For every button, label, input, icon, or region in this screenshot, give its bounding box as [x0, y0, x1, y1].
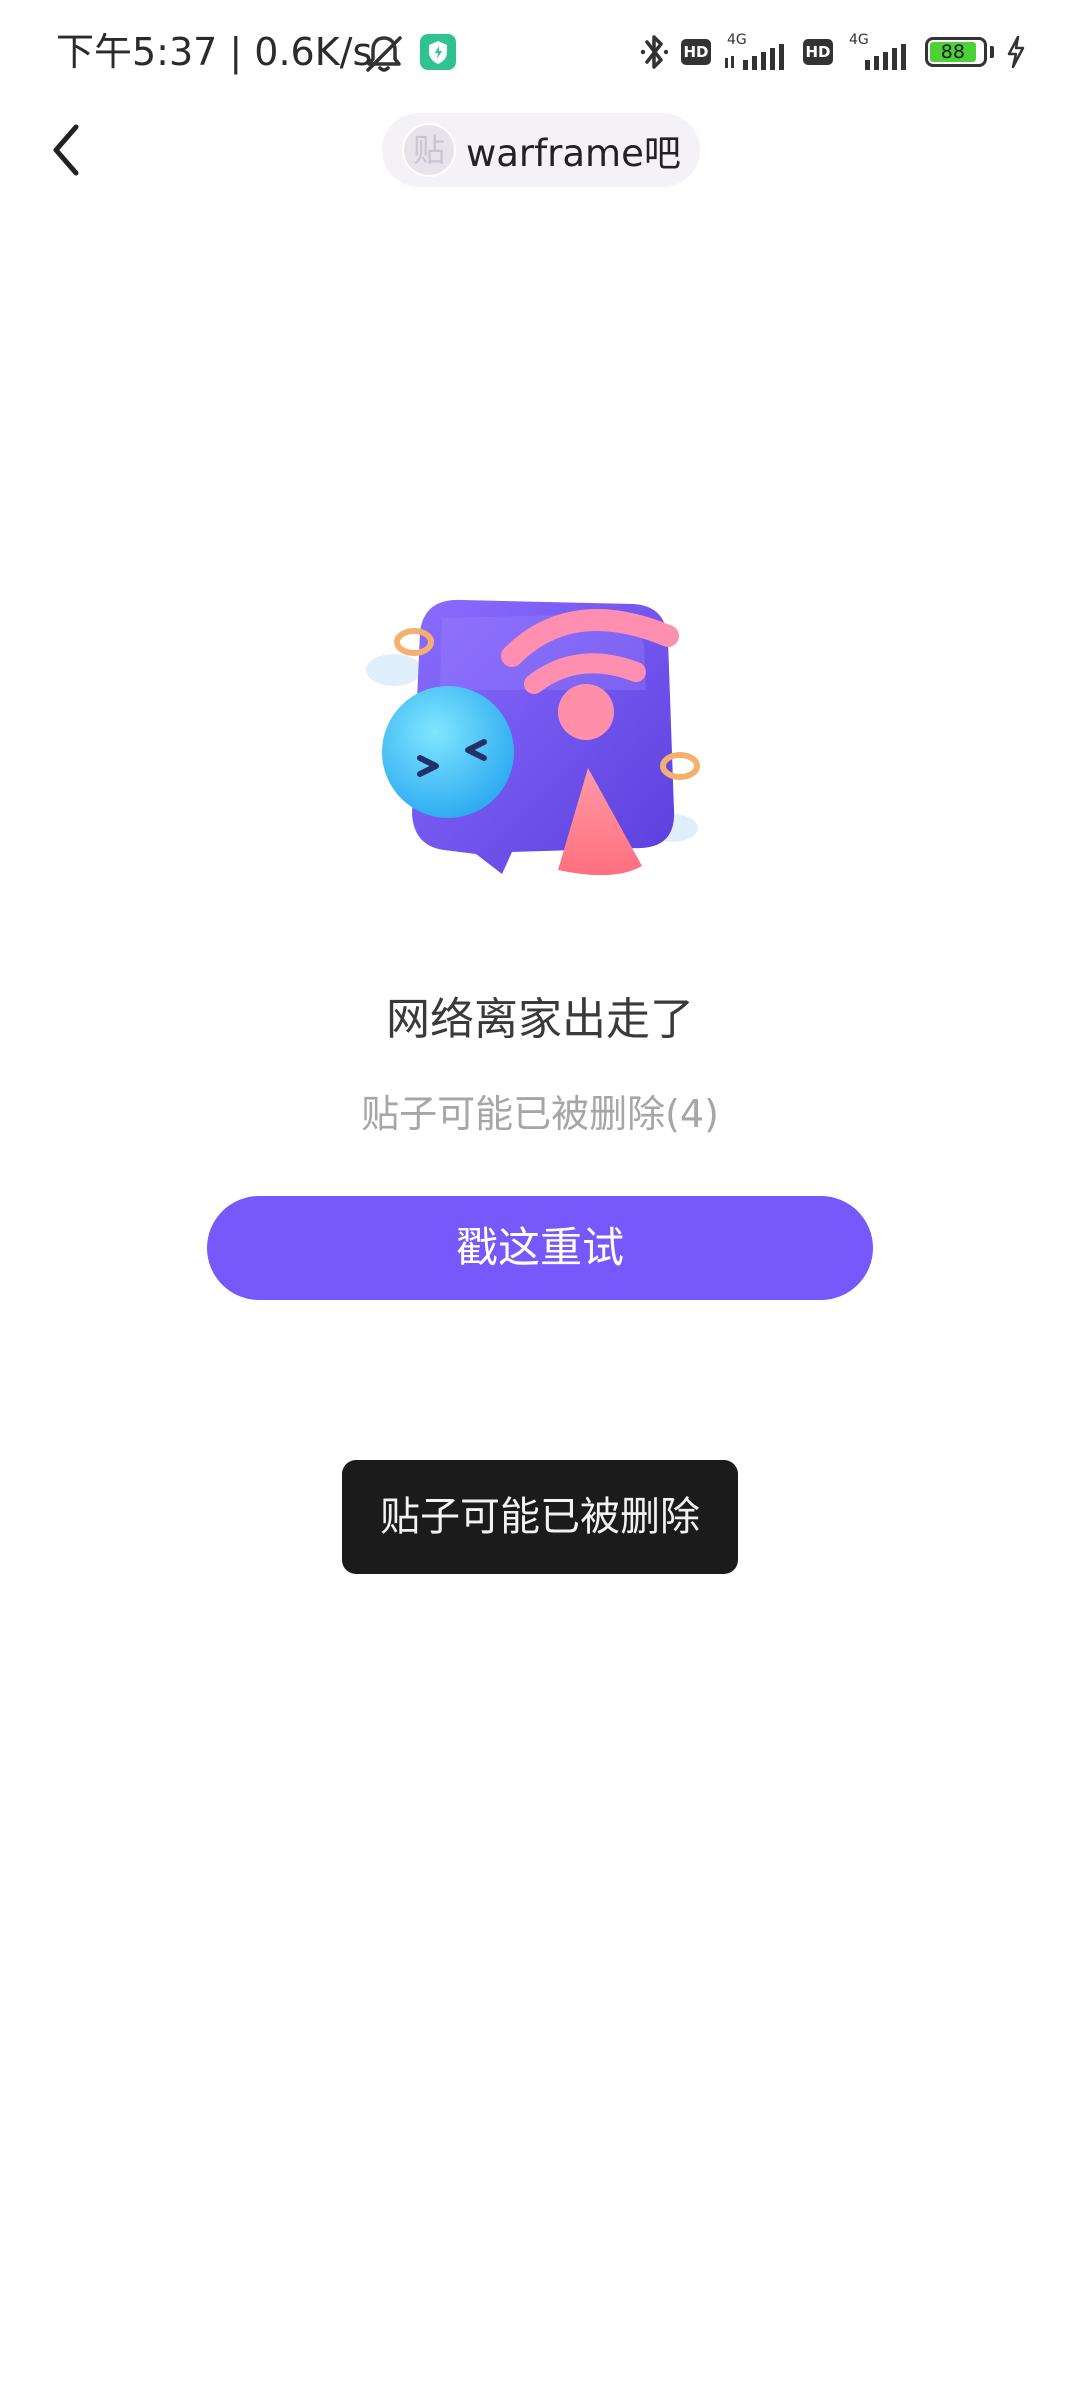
- network-type-label-2: 4G: [849, 32, 869, 48]
- forum-name: warframe吧: [466, 132, 681, 175]
- error-subtitle: 贴子可能已被删除(4): [361, 1092, 719, 1136]
- shield-app-icon: [420, 34, 456, 70]
- battery-indicator: 88: [925, 37, 987, 67]
- chevron-left-icon: [53, 124, 79, 176]
- battery-fill: 88: [930, 42, 976, 62]
- retry-button[interactable]: 戳这重试: [207, 1196, 873, 1300]
- toast-message: 贴子可能已被删除: [342, 1460, 738, 1574]
- bluetooth-icon: [640, 35, 669, 69]
- hd-voice-badge: HD: [681, 39, 711, 65]
- battery-cap: [990, 46, 994, 58]
- forum-chip[interactable]: 贴 warframe吧: [382, 113, 700, 187]
- svg-text:贴: 贴: [413, 131, 445, 169]
- charging-bolt-icon: [1007, 35, 1025, 69]
- app-screen: 下午5:37 | 0.6K/s HD 4G HD 4G 88 贴 warfram…: [0, 0, 1080, 2400]
- status-bar: 下午5:37 | 0.6K/s HD 4G HD 4G 88: [0, 0, 1080, 104]
- signal-strength-sim2-icon: 4G: [849, 32, 906, 70]
- status-icons: HD 4G HD 4G 88: [639, 30, 1026, 74]
- network-error-illustration: [366, 599, 700, 876]
- back-button[interactable]: [38, 112, 94, 188]
- signal-strength-sim1-icon: 4G: [725, 32, 784, 70]
- forum-avatar: 贴: [402, 123, 456, 177]
- error-title: 网络离家出走了: [386, 994, 694, 1045]
- status-time-and-network-speed: 下午5:37 | 0.6K/s: [56, 30, 373, 74]
- network-type-label: 4G: [727, 32, 747, 48]
- battery-level: 88: [940, 41, 965, 63]
- forum-avatar-glyph: 贴: [413, 131, 445, 169]
- hd-voice-badge-2: HD: [803, 39, 833, 65]
- notifications-muted-icon: [366, 36, 402, 72]
